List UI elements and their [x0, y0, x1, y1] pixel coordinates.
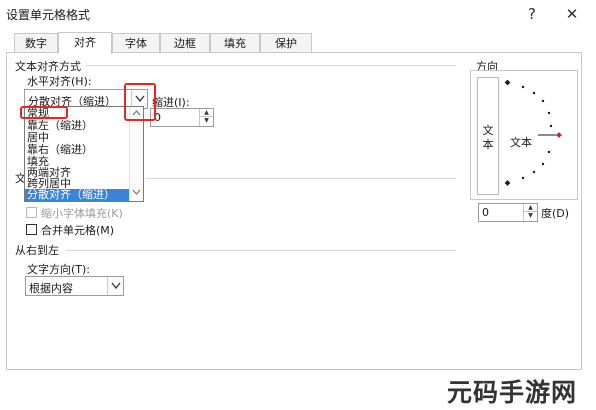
- indent-spinner[interactable]: 0 ▲ ▼: [150, 108, 214, 127]
- chevron-down-icon[interactable]: [107, 277, 123, 295]
- format-cells-dialog: 设置单元格格式 ? ✕ 数字 对齐 字体 边框 填充 保护 文本对齐方式 水平对…: [0, 0, 596, 410]
- text-direction-select[interactable]: 根据内容: [25, 276, 124, 296]
- tab-font[interactable]: 字体: [112, 33, 160, 53]
- title-bar: 设置单元格格式 ? ✕: [0, 0, 596, 30]
- dropdown-scrollbar[interactable]: [129, 107, 143, 201]
- orientation-box: 文本 文本: [470, 70, 578, 200]
- horizontal-dropdown-list[interactable]: 常规 靠左（缩进） 居中 靠右（缩进） 填充 两端对齐 跨列居中 分散对齐（缩进…: [24, 106, 144, 202]
- close-button[interactable]: ✕: [561, 3, 583, 25]
- spin-down-icon[interactable]: ▼: [200, 117, 213, 125]
- merge-cells-checkbox[interactable]: [26, 224, 37, 235]
- degrees-spinner[interactable]: 0 ▲ ▼: [478, 203, 538, 222]
- help-button[interactable]: ?: [521, 3, 543, 25]
- dialog-title: 设置单元格格式: [6, 8, 91, 22]
- section-divider: [66, 250, 456, 251]
- angle-marker-icon: [556, 132, 562, 138]
- text-alignment-heading: 文本对齐方式: [15, 60, 81, 73]
- text-direction-label: 文字方向(T):: [27, 263, 91, 276]
- watermark-text: 元码手游网: [447, 378, 578, 407]
- orientation-text: 文本: [510, 136, 532, 149]
- dropdown-option-selected[interactable]: 分散对齐（缩进）: [25, 189, 129, 201]
- tab-alignment[interactable]: 对齐: [58, 32, 112, 54]
- horizontal-label: 水平对齐(H):: [27, 75, 92, 88]
- scroll-up-icon[interactable]: [130, 110, 143, 118]
- section-divider: [86, 65, 456, 66]
- scroll-down-icon[interactable]: [130, 189, 143, 197]
- indent-value: 0: [154, 111, 161, 124]
- spinner-buttons: ▲ ▼: [199, 109, 213, 126]
- degrees-label: 度(D): [541, 207, 570, 220]
- tab-protection[interactable]: 保护: [260, 33, 312, 53]
- merge-cells-label: 合并单元格(M): [41, 224, 115, 237]
- shrink-to-fit-checkbox[interactable]: [26, 207, 37, 218]
- degrees-value: 0: [482, 206, 489, 219]
- shrink-to-fit-label: 缩小字体填充(K): [41, 207, 123, 220]
- tab-fill[interactable]: 填充: [210, 33, 260, 53]
- spin-up-icon[interactable]: ▲: [200, 109, 213, 117]
- spin-up-icon[interactable]: ▲: [524, 204, 537, 212]
- tab-number[interactable]: 数字: [14, 33, 58, 53]
- text-direction-value: 根据内容: [29, 282, 73, 295]
- tab-border[interactable]: 边框: [160, 33, 210, 53]
- section-divider: [146, 178, 456, 179]
- spin-down-icon[interactable]: ▼: [524, 212, 537, 220]
- rtl-heading: 从右到左: [15, 244, 59, 257]
- spinner-buttons: ▲ ▼: [523, 204, 537, 221]
